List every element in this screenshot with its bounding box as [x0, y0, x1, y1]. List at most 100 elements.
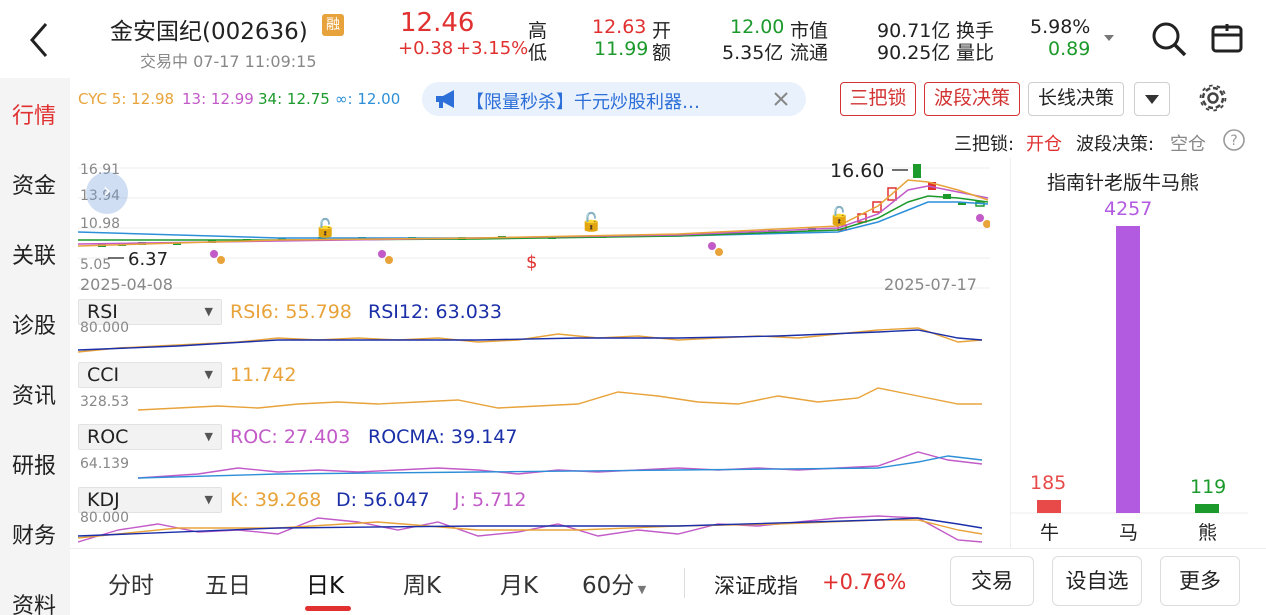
tab-daily-k[interactable]: 日K — [306, 566, 344, 600]
kline-y-3: 10.98 — [80, 216, 121, 232]
folder-icon — [1211, 24, 1243, 53]
roc-chart — [137, 451, 983, 479]
volratio-value: 0.89 — [1048, 38, 1091, 60]
bull-label: 牛 — [1040, 522, 1060, 544]
question-icon: ? — [1223, 129, 1245, 151]
tab-60min-label: 60分 — [582, 573, 635, 599]
kdj-j-value: J: 5.712 — [454, 489, 527, 511]
boduan-button[interactable]: 波段决策 — [924, 82, 1020, 116]
sidebar-item-quote[interactable]: 行情 — [0, 98, 68, 130]
gear-icon — [1199, 84, 1227, 112]
triangle-down-icon — [1145, 95, 1159, 104]
svg-text:🔓: 🔓 — [828, 205, 850, 227]
sidebar-item-profile[interactable]: 资料 — [0, 588, 68, 615]
more-button[interactable]: 更多 — [1160, 556, 1240, 606]
sidebar-item-research[interactable]: 研报 — [0, 448, 68, 480]
cci-chart — [137, 387, 982, 411]
chevron-left-icon — [30, 23, 48, 57]
roc-value: ROC: 27.403 — [230, 426, 351, 448]
index-name[interactable]: 深证成指 — [714, 570, 798, 600]
amount-value: 5.35亿 — [722, 42, 784, 64]
bull-value: 185 — [1030, 472, 1067, 494]
boduan-signal-value: 空仓 — [1170, 134, 1206, 155]
high-value: 12.63 — [592, 16, 647, 38]
horse-value: 4257 — [1104, 198, 1153, 220]
price-change: +0.38 — [398, 38, 454, 59]
rsi12-value: RSI12: 63.033 — [368, 301, 502, 323]
stock-name: 金安国纪(002636) — [110, 19, 308, 45]
cyc13-line — [78, 185, 989, 245]
active-tab-indicator — [305, 606, 351, 611]
help-button[interactable]: ? — [1222, 128, 1246, 152]
rsi-chart — [78, 327, 983, 353]
svg-text:?: ? — [1230, 133, 1237, 149]
triangle-down-icon — [1104, 35, 1114, 41]
boduan-signal-label: 波段决策: — [1076, 134, 1155, 155]
bear-value: 119 — [1190, 476, 1227, 498]
sidebar-item-diagnosis[interactable]: 诊股 — [0, 308, 68, 340]
float-value: 90.25亿 — [877, 42, 951, 64]
current-price: 12.46 — [400, 8, 475, 38]
sidebar-item-related[interactable]: 关联 — [0, 238, 68, 270]
bear-bar — [1195, 504, 1219, 513]
cyc34-line — [78, 195, 989, 241]
cycinf-value: ∞: 12.00 — [335, 90, 401, 108]
promo-banner[interactable]: 【限量秒杀】千元炒股利器… — [422, 82, 806, 116]
promo-text: 【限量秒杀】千元炒股利器… — [466, 92, 700, 113]
sidebar-item-news[interactable]: 资讯 — [0, 378, 68, 410]
roc-selector[interactable]: ROC ▼ — [78, 424, 222, 450]
rsi6-value: RSI6: 55.798 — [230, 301, 352, 323]
close-icon[interactable] — [774, 92, 788, 106]
svg-text:🔓: 🔓 — [580, 211, 602, 233]
low-label: 低 — [528, 42, 548, 64]
add-watchlist-button[interactable]: 设自选 — [1052, 556, 1142, 606]
tab-monthly-k[interactable]: 月K — [500, 566, 538, 600]
trade-button[interactable]: 交易 — [950, 556, 1034, 606]
rocma-value: ROCMA: 39.147 — [368, 426, 518, 448]
megaphone-icon — [436, 90, 454, 108]
back-button[interactable] — [22, 18, 56, 62]
expand-button[interactable] — [1102, 30, 1116, 44]
kdj-chart — [78, 515, 983, 543]
changxian-button[interactable]: 长线决策 — [1028, 82, 1124, 116]
low-value: 11.99 — [594, 38, 649, 60]
trading-status: 交易中 07-17 11:09:15 — [140, 52, 317, 71]
tab-60min[interactable]: 60分 ▼ — [582, 566, 646, 600]
search-button[interactable] — [1150, 20, 1188, 58]
sidebar-item-finance[interactable]: 财务 — [0, 518, 68, 550]
kdj-d-value: D: 56.047 — [336, 489, 430, 511]
cyc34-value: 34: 12.75 — [258, 90, 330, 108]
bull-bar — [1037, 500, 1061, 513]
cyc13-value: 13: 12.99 — [182, 90, 254, 108]
settings-button[interactable] — [1196, 81, 1230, 115]
float-label: 流通 — [790, 42, 829, 64]
bull-bear-title: 指南针老版牛马熊 — [1047, 172, 1200, 194]
date-start: 2025-04-08 — [80, 275, 173, 294]
volratio-label: 量比 — [956, 42, 995, 64]
sanbasuo-button[interactable]: 三把锁 — [840, 82, 916, 116]
roc-name: ROC — [87, 426, 129, 448]
turnover-value: 5.98% — [1030, 16, 1091, 38]
kline-low-marker: 6.37 — [128, 249, 169, 270]
tab-five-day[interactable]: 五日 — [205, 566, 251, 600]
svg-text:🔓: 🔓 — [314, 217, 336, 239]
cyc5-value: CYC 5: 12.98 — [78, 90, 175, 108]
margin-badge: 融 — [322, 14, 344, 36]
price-change-pct: +3.15% — [456, 38, 529, 59]
sanbasuo-signal-value: 开仓 — [1026, 134, 1062, 155]
chart-nav-button[interactable]: › — [86, 172, 128, 214]
horse-bar — [1116, 226, 1140, 513]
bear-label: 熊 — [1198, 522, 1218, 544]
tab-intraday[interactable]: 分时 — [108, 566, 154, 600]
sidebar-item-funds[interactable]: 资金 — [0, 168, 68, 200]
strategy-dropdown[interactable] — [1134, 82, 1170, 116]
kdj-name: KDJ — [87, 489, 120, 511]
watchlist-button[interactable] — [1208, 20, 1246, 58]
kline-y-low: 5.05 — [80, 257, 112, 273]
tab-divider — [684, 568, 685, 598]
horse-label: 马 — [1119, 522, 1139, 544]
svg-text:$: $ — [526, 252, 537, 273]
kdj-k-value: K: 39.268 — [230, 489, 322, 511]
open-value: 12.00 — [730, 16, 785, 38]
tab-weekly-k[interactable]: 周K — [403, 566, 441, 600]
